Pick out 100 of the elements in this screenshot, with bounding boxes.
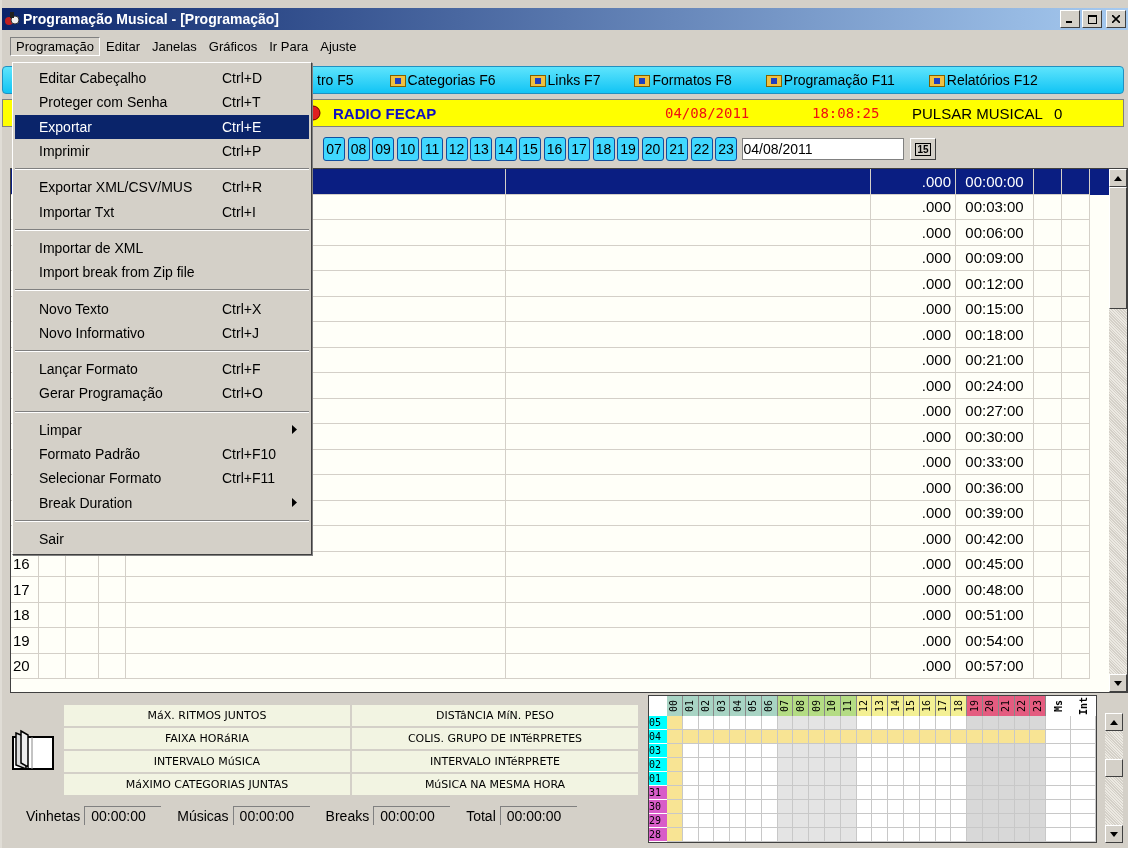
rule-label: FAIXA HORáRIA xyxy=(64,728,350,749)
toolbar-button[interactable]: Categorias F6 xyxy=(387,72,498,88)
menu-item[interactable]: Lançar Formato Ctrl+F xyxy=(15,356,309,382)
table-cell: 00:06:00 xyxy=(956,220,1034,246)
scroll-up-button[interactable] xyxy=(1105,713,1124,731)
table-row[interactable]: 18 .000 00:51:00 xyxy=(11,602,1109,628)
hour-button[interactable]: 16 xyxy=(543,137,566,161)
menu-item[interactable]: Formato Padrão Ctrl+F10 xyxy=(15,441,309,467)
hour-button[interactable]: 14 xyxy=(494,137,517,161)
hour-header: 04 xyxy=(730,696,746,716)
hour-button[interactable]: 22 xyxy=(690,137,713,161)
scroll-thumb[interactable] xyxy=(1109,187,1127,309)
table-row[interactable]: 20 .000 00:57:00 xyxy=(11,653,1109,679)
table-row[interactable]: 17 .000 00:48:00 xyxy=(11,577,1109,603)
hour-header: 03 xyxy=(714,696,731,716)
toolbar-button[interactable]: Links F7 xyxy=(527,72,603,88)
menu-item[interactable]: Import break from Zip file xyxy=(15,260,309,285)
rule-label: MáXIMO CATEGORIAS JUNTAS xyxy=(64,774,350,795)
table-cell: 17 xyxy=(11,577,39,603)
menu-item[interactable]: Sair xyxy=(15,526,309,552)
toolbar-button[interactable]: Formatos F8 xyxy=(632,72,734,88)
book-icon xyxy=(10,729,56,771)
scrollbar[interactable] xyxy=(1105,713,1124,843)
submenu-arrow-icon xyxy=(292,425,297,435)
grid-cell xyxy=(1046,800,1072,814)
scroll-up-button[interactable] xyxy=(1109,169,1127,187)
hour-button[interactable]: 20 xyxy=(641,137,664,161)
scroll-thumb[interactable] xyxy=(1105,759,1124,777)
total-label: Vinhetas xyxy=(26,807,81,824)
table-cell: 00:48:00 xyxy=(956,577,1034,603)
hour-button[interactable]: 07 xyxy=(323,137,345,161)
hour-header: 18 xyxy=(951,696,968,716)
grid-cell xyxy=(872,758,889,772)
grid-cell xyxy=(951,800,968,814)
hour-button[interactable]: 18 xyxy=(592,137,615,161)
menu-item[interactable]: Novo Informativo Ctrl+J xyxy=(15,320,309,345)
table-cell: .000 xyxy=(871,424,956,450)
menu-item[interactable]: Importar de XML xyxy=(15,235,309,261)
submenu-arrow-icon xyxy=(292,498,297,508)
menu-bar-item[interactable]: Janelas xyxy=(146,36,203,56)
grid-cell xyxy=(872,772,889,786)
table-cell: 00:51:00 xyxy=(956,602,1034,628)
grid-cell xyxy=(1046,730,1072,744)
menu-item[interactable]: Imprimir Ctrl+P xyxy=(15,138,309,164)
hour-button[interactable]: 15 xyxy=(519,137,541,161)
toolbar-button[interactable]: Programação F11 xyxy=(763,72,897,88)
grid-cell xyxy=(951,772,968,786)
total-field: 00:00:00 xyxy=(499,806,577,825)
menu-item[interactable]: Exportar Ctrl+E xyxy=(15,114,309,139)
hour-button[interactable]: 21 xyxy=(666,137,688,161)
table-cell: 18 xyxy=(11,602,39,628)
menu-item[interactable]: Selecionar Formato Ctrl+F11 xyxy=(15,466,309,491)
toolbar-button[interactable]: Relatórios F12 xyxy=(926,72,1040,88)
grid-cell xyxy=(714,800,731,814)
table-cell: 00:57:00 xyxy=(956,653,1034,679)
table-cell: .000 xyxy=(871,653,956,679)
menu-bar-item[interactable]: Gráficos xyxy=(202,36,264,56)
day-label: 30 xyxy=(649,800,667,814)
table-cell: .000 xyxy=(871,296,956,322)
table-cell: 00:09:00 xyxy=(956,245,1034,271)
menu-item[interactable]: Novo Texto Ctrl+X xyxy=(15,296,309,321)
grid-cell xyxy=(872,800,889,814)
grid-cell xyxy=(951,786,968,800)
hour-button[interactable]: 23 xyxy=(715,137,737,161)
hour-button[interactable]: 19 xyxy=(617,137,639,161)
menu-item[interactable]: Proteger com Senha Ctrl+T xyxy=(15,90,309,115)
scroll-down-button[interactable] xyxy=(1105,825,1124,843)
menu-bar-item[interactable]: Ir Para xyxy=(263,36,315,56)
calendar-button[interactable]: 15 xyxy=(910,138,936,160)
menu-bar-item[interactable]: Editar xyxy=(100,36,146,56)
menu-item[interactable]: Limpar xyxy=(15,417,309,442)
menu-bar-item[interactable]: Ajuste xyxy=(314,36,363,56)
date-field[interactable]: 04/08/2011 xyxy=(741,138,904,160)
maximize-button[interactable] xyxy=(1082,10,1102,28)
scrollbar[interactable] xyxy=(1109,169,1127,692)
table-row[interactable]: 19 .000 00:54:00 xyxy=(11,628,1109,654)
toolbar-button[interactable]: tro F5 xyxy=(315,72,356,88)
total-field: 00:00:00 xyxy=(232,806,310,825)
grid-cell xyxy=(872,744,889,758)
minimize-button[interactable] xyxy=(1060,10,1080,28)
grid-cell xyxy=(714,814,731,828)
hour-button[interactable]: 11 xyxy=(421,137,443,161)
hour-button[interactable]: 09 xyxy=(372,137,394,161)
menu-item[interactable]: Break Duration xyxy=(15,490,309,515)
day-label: 01 xyxy=(649,772,667,786)
hour-button[interactable]: 08 xyxy=(347,137,370,161)
hour-button[interactable]: 17 xyxy=(568,137,590,161)
hour-button[interactable]: 10 xyxy=(396,137,419,161)
total-label: Total xyxy=(466,807,496,824)
grid-cell xyxy=(951,758,968,772)
scroll-down-button[interactable] xyxy=(1109,674,1127,692)
hour-button[interactable]: 12 xyxy=(445,137,468,161)
menu-item[interactable]: Importar Txt Ctrl+I xyxy=(15,199,309,224)
close-button[interactable] xyxy=(1106,10,1126,28)
menu-item[interactable]: Editar Cabeçalho Ctrl+D xyxy=(15,66,309,91)
grid-cell xyxy=(1046,716,1072,730)
menu-bar-item[interactable]: Programação xyxy=(10,36,101,56)
program-count: 0 xyxy=(1053,104,1063,122)
hour-button[interactable]: 13 xyxy=(470,137,492,161)
menu-item[interactable]: Gerar Programação Ctrl+O xyxy=(15,381,309,406)
